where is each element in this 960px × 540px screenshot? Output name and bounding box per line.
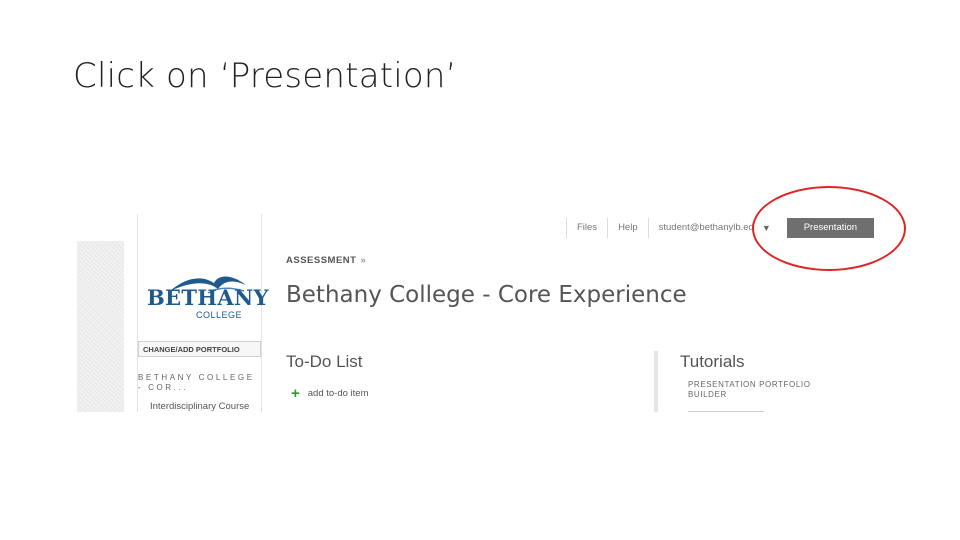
slide-title: Click on ‘Presentation’ — [73, 56, 457, 96]
divider — [688, 411, 764, 412]
add-todo-label: add to-do item — [307, 388, 369, 399]
sidebar-item-interdisciplinary[interactable]: Interdisciplinary Course — [150, 401, 249, 412]
tutorial-item-presentation-builder[interactable]: PRESENTATION PORTFOLIO BUILDER — [688, 380, 828, 400]
highlight-circle — [752, 186, 906, 271]
tutorials-heading: Tutorials — [680, 352, 745, 371]
tutorials-panel: Tutorials PRESENTATION PORTFOLIO BUILDER — [654, 351, 874, 412]
add-todo-item[interactable]: + add to-do item — [291, 385, 369, 402]
logo-subtext: COLLEGE — [196, 310, 243, 320]
nav-files-link[interactable]: Files — [566, 218, 607, 238]
todo-heading: To-Do List — [286, 352, 363, 371]
plus-icon: + — [291, 385, 300, 402]
logo-wordmark: BETHANY — [147, 285, 269, 310]
portfolio-heading[interactable]: BETHANY COLLEGE - COR... — [138, 373, 261, 393]
breadcrumb-separator-icon: » — [360, 255, 365, 266]
main-panel: ASSESSMENT » Bethany College - Core Exper… — [273, 241, 874, 412]
breadcrumb-assessment[interactable]: ASSESSMENT — [286, 255, 356, 266]
college-logo[interactable]: BETHANY COLLEGE — [138, 241, 269, 342]
page-title: Bethany College - Core Experience — [286, 282, 687, 308]
portfolio-screenshot: BETHANY COLLEGE CHANGE/ADD PORTFOLIO BET… — [77, 214, 874, 412]
sidebar: BETHANY COLLEGE CHANGE/ADD PORTFOLIO BET… — [137, 214, 269, 412]
change-portfolio-button[interactable]: CHANGE/ADD PORTFOLIO — [138, 341, 261, 357]
page-background-left — [77, 241, 124, 412]
nav-help-link[interactable]: Help — [607, 218, 648, 238]
breadcrumb: ASSESSMENT » — [286, 255, 366, 266]
nav-user-menu[interactable]: student@bethanylb.ed — [647, 218, 758, 238]
